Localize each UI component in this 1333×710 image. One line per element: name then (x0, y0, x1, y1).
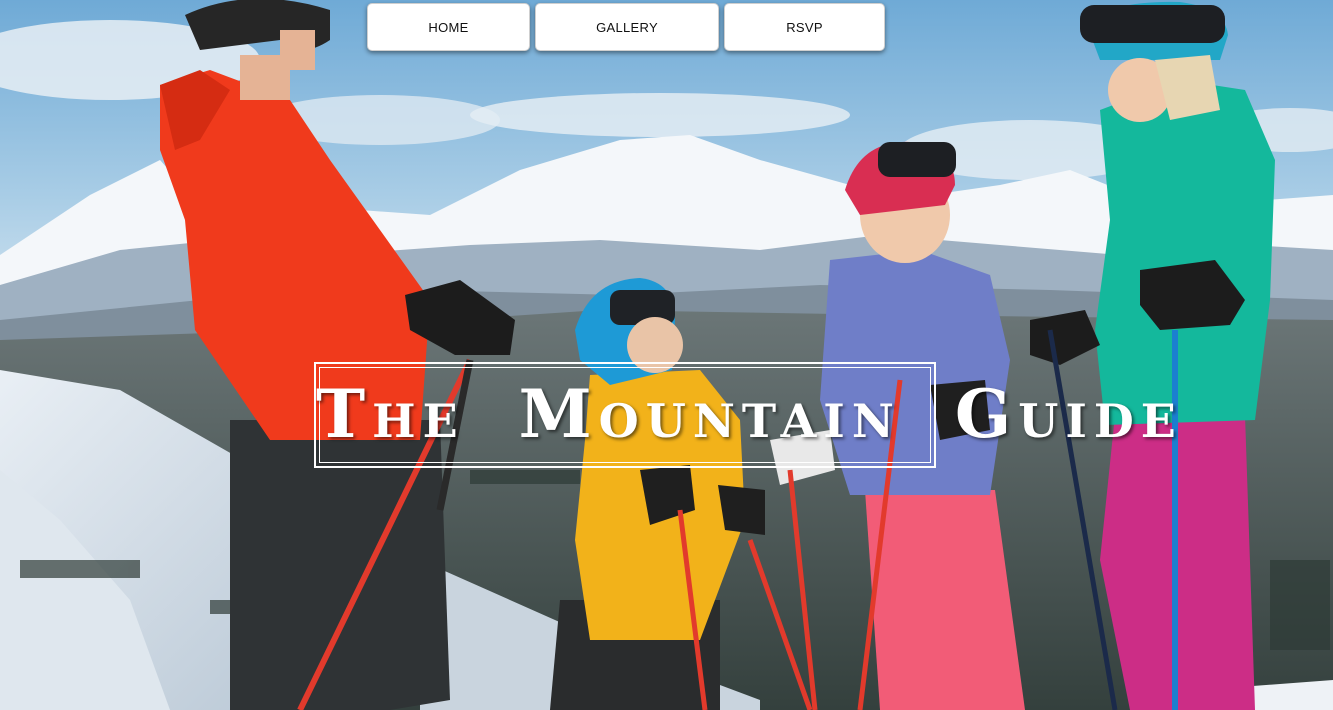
nav-rsvp-button[interactable]: RSVP (724, 3, 885, 51)
top-navigation: HOME GALLERY RSVP (367, 3, 885, 51)
nav-home-button[interactable]: HOME (367, 3, 530, 51)
hero-title-frame: The Mountain Guide (314, 362, 1183, 468)
hero-title: The Mountain Guide (316, 375, 1183, 453)
nav-gallery-button[interactable]: GALLERY (535, 3, 719, 51)
hero-background-photo (0, 0, 1333, 710)
page: HOME GALLERY RSVP The Mountain Guide (0, 0, 1333, 710)
